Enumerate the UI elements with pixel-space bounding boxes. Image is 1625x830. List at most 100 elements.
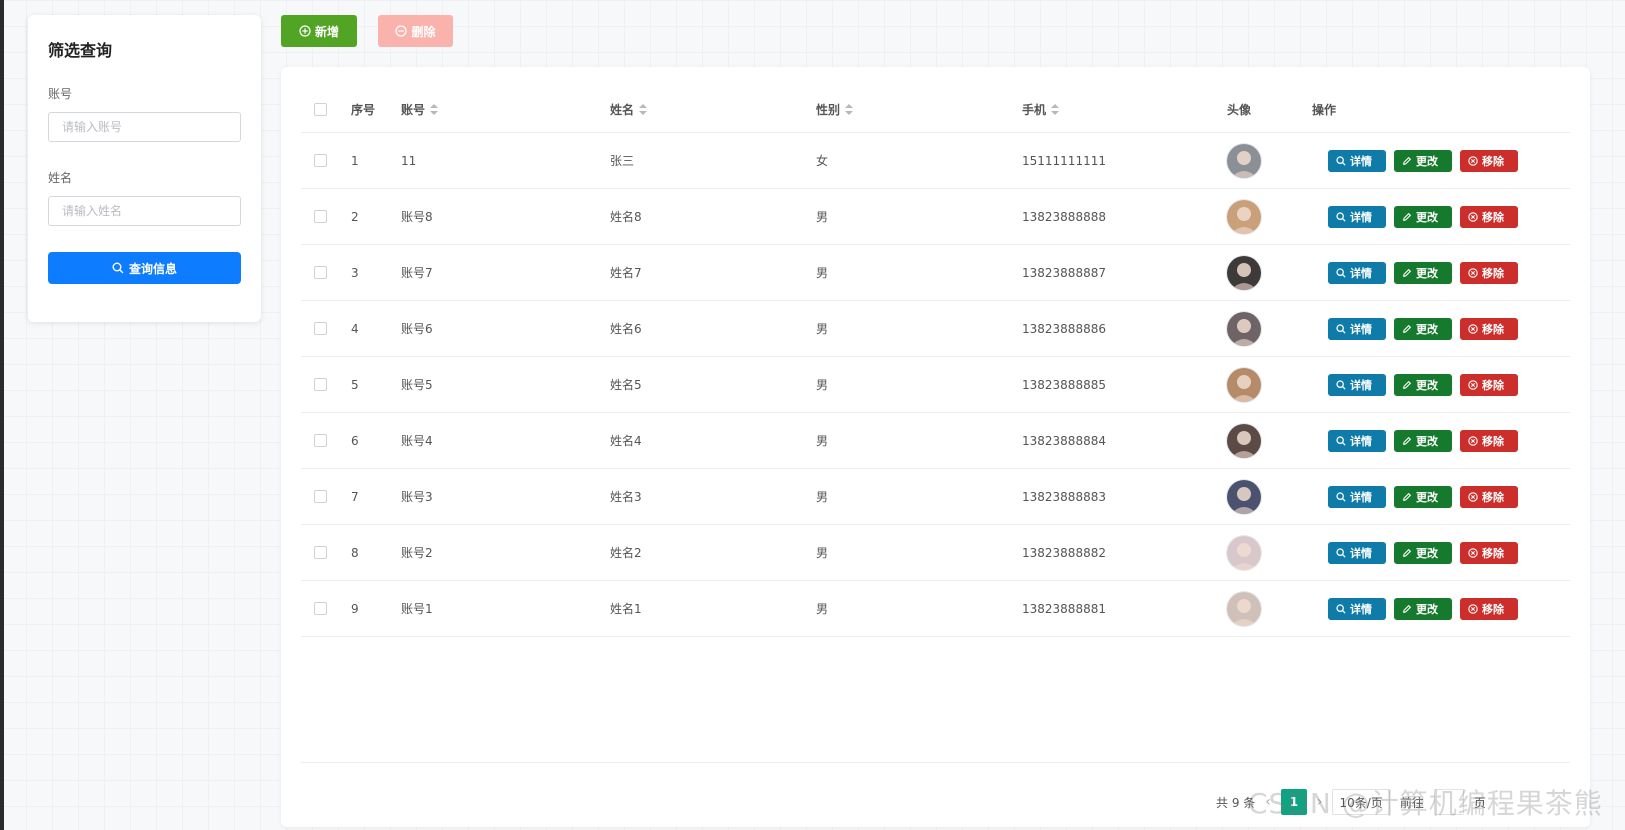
avatar[interactable] [1227, 367, 1261, 402]
edit-button[interactable]: 更改 [1394, 429, 1452, 452]
edit-button[interactable]: 更改 [1394, 149, 1452, 172]
remove-button-label: 移除 [1482, 210, 1504, 224]
row-checkbox[interactable] [314, 210, 327, 223]
header-gender[interactable]: 性别 [816, 87, 854, 132]
detail-button[interactable]: 详情 [1328, 485, 1386, 508]
avatar-image [1227, 255, 1261, 290]
edit-button-label: 更改 [1416, 266, 1438, 280]
table-row: 4 账号6 姓名6 男 13823888886 详情 更改 移除 [301, 301, 1570, 357]
remove-button[interactable]: 移除 [1460, 261, 1518, 284]
avatar[interactable] [1227, 479, 1261, 514]
remove-button[interactable]: 移除 [1460, 485, 1518, 508]
row-index-text: 6 [351, 433, 359, 448]
avatar[interactable] [1227, 591, 1261, 626]
row-checkbox[interactable] [314, 266, 327, 279]
remove-button[interactable]: 移除 [1460, 149, 1518, 172]
row-index-text: 4 [351, 321, 359, 336]
detail-button[interactable]: 详情 [1328, 261, 1386, 284]
header-phone[interactable]: 手机 [1022, 87, 1060, 132]
table-row: 5 账号5 姓名5 男 13823888885 详情 更改 移除 [301, 357, 1570, 413]
row-gender: 男 [816, 245, 828, 300]
row-checkbox[interactable] [314, 546, 327, 559]
account-input[interactable] [48, 112, 241, 142]
delete-button[interactable]: 删除 [378, 15, 453, 47]
row-index-text: 8 [351, 545, 359, 560]
avatar[interactable] [1227, 311, 1261, 346]
detail-button-label: 详情 [1350, 266, 1372, 280]
row-phone-text: 13823888883 [1022, 489, 1106, 504]
remove-button[interactable]: 移除 [1460, 429, 1518, 452]
edit-button-label: 更改 [1416, 210, 1438, 224]
sort-icon[interactable] [1051, 104, 1060, 115]
row-phone-text: 13823888887 [1022, 265, 1106, 280]
search-icon [1336, 491, 1346, 502]
edit-button-label: 更改 [1416, 602, 1438, 616]
sort-icon[interactable] [430, 104, 439, 115]
add-button[interactable]: 新增 [281, 15, 357, 47]
remove-button[interactable]: 移除 [1460, 317, 1518, 340]
detail-button[interactable]: 详情 [1328, 541, 1386, 564]
avatar[interactable] [1227, 143, 1261, 178]
edit-button-label: 更改 [1416, 434, 1438, 448]
row-checkbox[interactable] [314, 602, 327, 615]
avatar[interactable] [1227, 535, 1261, 570]
sort-icon[interactable] [845, 104, 854, 115]
edit-button[interactable]: 更改 [1394, 205, 1452, 228]
detail-button[interactable]: 详情 [1328, 429, 1386, 452]
avatar[interactable] [1227, 423, 1261, 458]
table-row: 3 账号7 姓名7 男 13823888887 详情 更改 移除 [301, 245, 1570, 301]
remove-button[interactable]: 移除 [1460, 373, 1518, 396]
header-name-label: 姓名 [610, 103, 635, 117]
row-name: 姓名1 [610, 581, 642, 636]
row-account-text: 11 [401, 153, 417, 168]
row-phone: 13823888888 [1022, 189, 1106, 244]
row-actions: 详情 更改 移除 [1328, 525, 1518, 580]
row-gender-text: 男 [816, 266, 829, 280]
row-checkbox[interactable] [314, 154, 327, 167]
remove-button[interactable]: 移除 [1460, 205, 1518, 228]
row-account-text: 账号5 [401, 378, 433, 392]
edit-button[interactable]: 更改 [1394, 541, 1452, 564]
detail-button-label: 详情 [1350, 210, 1372, 224]
row-checkbox[interactable] [314, 434, 327, 447]
row-actions: 详情 更改 移除 [1328, 301, 1518, 356]
row-account-text: 账号2 [401, 546, 433, 560]
detail-button[interactable]: 详情 [1328, 205, 1386, 228]
remove-button-label: 移除 [1482, 266, 1504, 280]
edit-button[interactable]: 更改 [1394, 373, 1452, 396]
edit-button[interactable]: 更改 [1394, 485, 1452, 508]
edit-button[interactable]: 更改 [1394, 317, 1452, 340]
detail-button[interactable]: 详情 [1328, 317, 1386, 340]
header-avatar-label: 头像 [1227, 103, 1252, 117]
remove-button[interactable]: 移除 [1460, 597, 1518, 620]
header-account[interactable]: 账号 [401, 87, 439, 132]
edit-button[interactable]: 更改 [1394, 261, 1452, 284]
detail-button[interactable]: 详情 [1328, 373, 1386, 396]
row-phone: 13823888882 [1022, 525, 1106, 580]
detail-button-label: 详情 [1350, 434, 1372, 448]
row-name: 姓名2 [610, 525, 642, 580]
select-all-checkbox[interactable] [314, 103, 327, 116]
edit-button[interactable]: 更改 [1394, 597, 1452, 620]
avatar[interactable] [1227, 255, 1261, 290]
name-input[interactable] [48, 196, 241, 226]
row-checkbox[interactable] [314, 322, 327, 335]
row-name-text: 姓名8 [610, 210, 642, 224]
sort-icon[interactable] [639, 104, 648, 115]
detail-button-label: 详情 [1350, 602, 1372, 616]
avatar[interactable] [1227, 199, 1261, 234]
table-card: 序号 账号 姓名 性别 手机 头像 操作 1 11 张三 女 151111111… [281, 67, 1590, 827]
header-account-label: 账号 [401, 103, 426, 117]
query-button[interactable]: 查询信息 [48, 252, 241, 284]
header-name[interactable]: 姓名 [610, 87, 648, 132]
pencil-icon [1402, 324, 1412, 333]
row-account: 账号7 [401, 245, 433, 300]
row-checkbox[interactable] [314, 490, 327, 503]
row-index: 6 [351, 413, 359, 468]
remove-button[interactable]: 移除 [1460, 541, 1518, 564]
detail-button[interactable]: 详情 [1328, 149, 1386, 172]
detail-button-label: 详情 [1350, 490, 1372, 504]
row-index: 1 [351, 133, 359, 188]
row-checkbox[interactable] [314, 378, 327, 391]
detail-button[interactable]: 详情 [1328, 597, 1386, 620]
